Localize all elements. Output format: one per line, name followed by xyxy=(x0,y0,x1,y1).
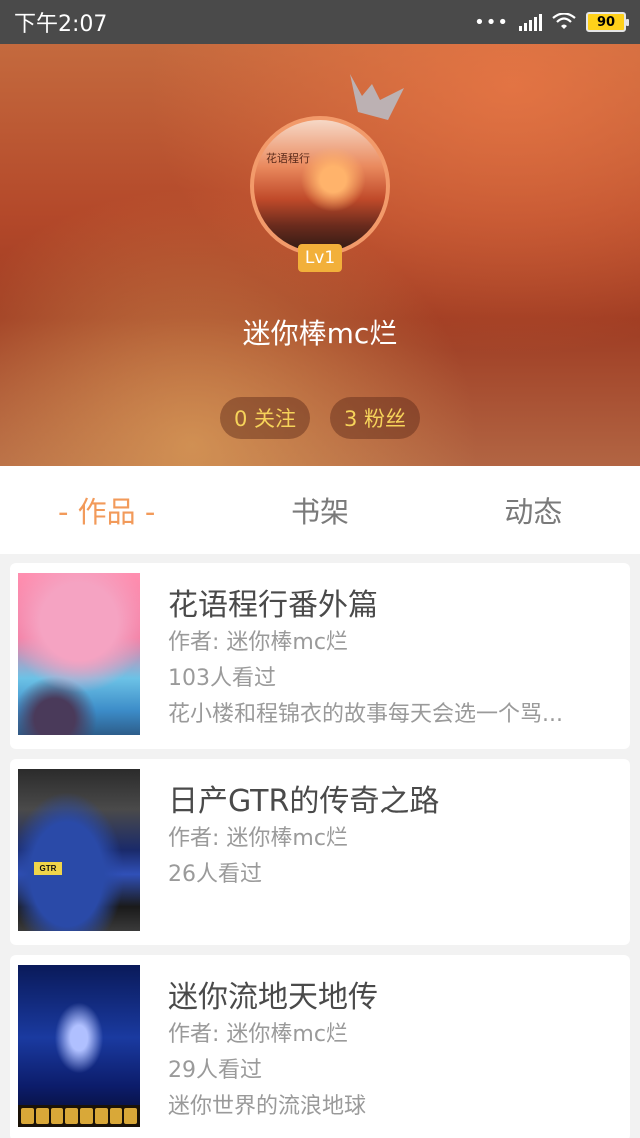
work-info: 日产GTR的传奇之路 作者: 迷你棒mc烂 26人看过 xyxy=(168,783,610,893)
status-bar: 下午2:07 ••• 90 xyxy=(0,0,640,44)
followers-button[interactable]: 3 粉丝 xyxy=(330,397,421,439)
tab-bar: - 作品 - 书架 动态 xyxy=(0,466,640,554)
more-dots-icon: ••• xyxy=(474,11,509,33)
avatar-container[interactable]: 花语程行 xyxy=(250,116,390,256)
level-badge: Lv1 xyxy=(298,244,342,272)
username: 迷你棒mc烂 xyxy=(242,317,398,350)
license-plate: GTR xyxy=(34,862,62,875)
tab-bookshelf[interactable]: 书架 xyxy=(213,489,426,531)
list-item[interactable]: 花语程行番外篇 作者: 迷你棒mc烂 103人看过 花小楼和程锦衣的故事每天会选… xyxy=(10,563,630,749)
status-time: 下午2:07 xyxy=(14,12,108,37)
profile-header: 花语程行 Lv1 迷你棒mc烂 0 关注 3 粉丝 xyxy=(0,44,640,466)
work-description: 花小楼和程锦衣的故事每天会选一个骂... xyxy=(168,702,563,727)
work-views: 26人看过 xyxy=(168,862,262,887)
works-list: 花语程行番外篇 作者: 迷你棒mc烂 103人看过 花小楼和程锦衣的故事每天会选… xyxy=(10,563,630,1138)
status-icons: ••• 90 xyxy=(474,11,629,33)
work-title: 迷你流地天地传 xyxy=(168,980,378,1015)
work-views: 103人看过 xyxy=(168,666,276,691)
following-button[interactable]: 0 关注 xyxy=(219,397,310,439)
battery-icon: 90 xyxy=(586,12,629,32)
tab-works[interactable]: - 作品 - xyxy=(0,489,213,531)
profile-stats: 0 关注 3 粉丝 xyxy=(0,397,640,439)
avatar-caption: 花语程行 xyxy=(266,152,310,165)
signal-icon xyxy=(519,13,542,31)
list-item[interactable]: 迷你流地天地传 作者: 迷你棒mc烂 29人看过 迷你世界的流浪地球 xyxy=(10,955,630,1138)
game-hotbar xyxy=(18,1105,140,1127)
work-author: 作者: 迷你棒mc烂 xyxy=(168,826,348,851)
list-item[interactable]: GTR 日产GTR的传奇之路 作者: 迷你棒mc烂 26人看过 xyxy=(10,759,630,945)
work-info: 迷你流地天地传 作者: 迷你棒mc烂 29人看过 迷你世界的流浪地球 xyxy=(168,979,610,1125)
work-views: 29人看过 xyxy=(168,1058,262,1083)
work-author: 作者: 迷你棒mc烂 xyxy=(168,630,348,655)
spaceship-game-thumbnail[interactable] xyxy=(18,965,140,1127)
work-author: 作者: 迷你棒mc烂 xyxy=(168,1022,348,1047)
blue-gtr-car-thumbnail[interactable]: GTR xyxy=(18,769,140,931)
tab-activity[interactable]: 动态 xyxy=(427,489,640,531)
work-title: 花语程行番外篇 xyxy=(168,588,378,623)
cherry-blossom-scene-thumbnail[interactable] xyxy=(18,573,140,735)
work-description: 迷你世界的流浪地球 xyxy=(168,1094,367,1119)
work-info: 花语程行番外篇 作者: 迷你棒mc烂 103人看过 花小楼和程锦衣的故事每天会选… xyxy=(168,587,610,733)
wifi-icon xyxy=(552,13,576,29)
work-title: 日产GTR的传奇之路 xyxy=(168,784,440,819)
avatar[interactable]: 花语程行 xyxy=(250,116,390,256)
